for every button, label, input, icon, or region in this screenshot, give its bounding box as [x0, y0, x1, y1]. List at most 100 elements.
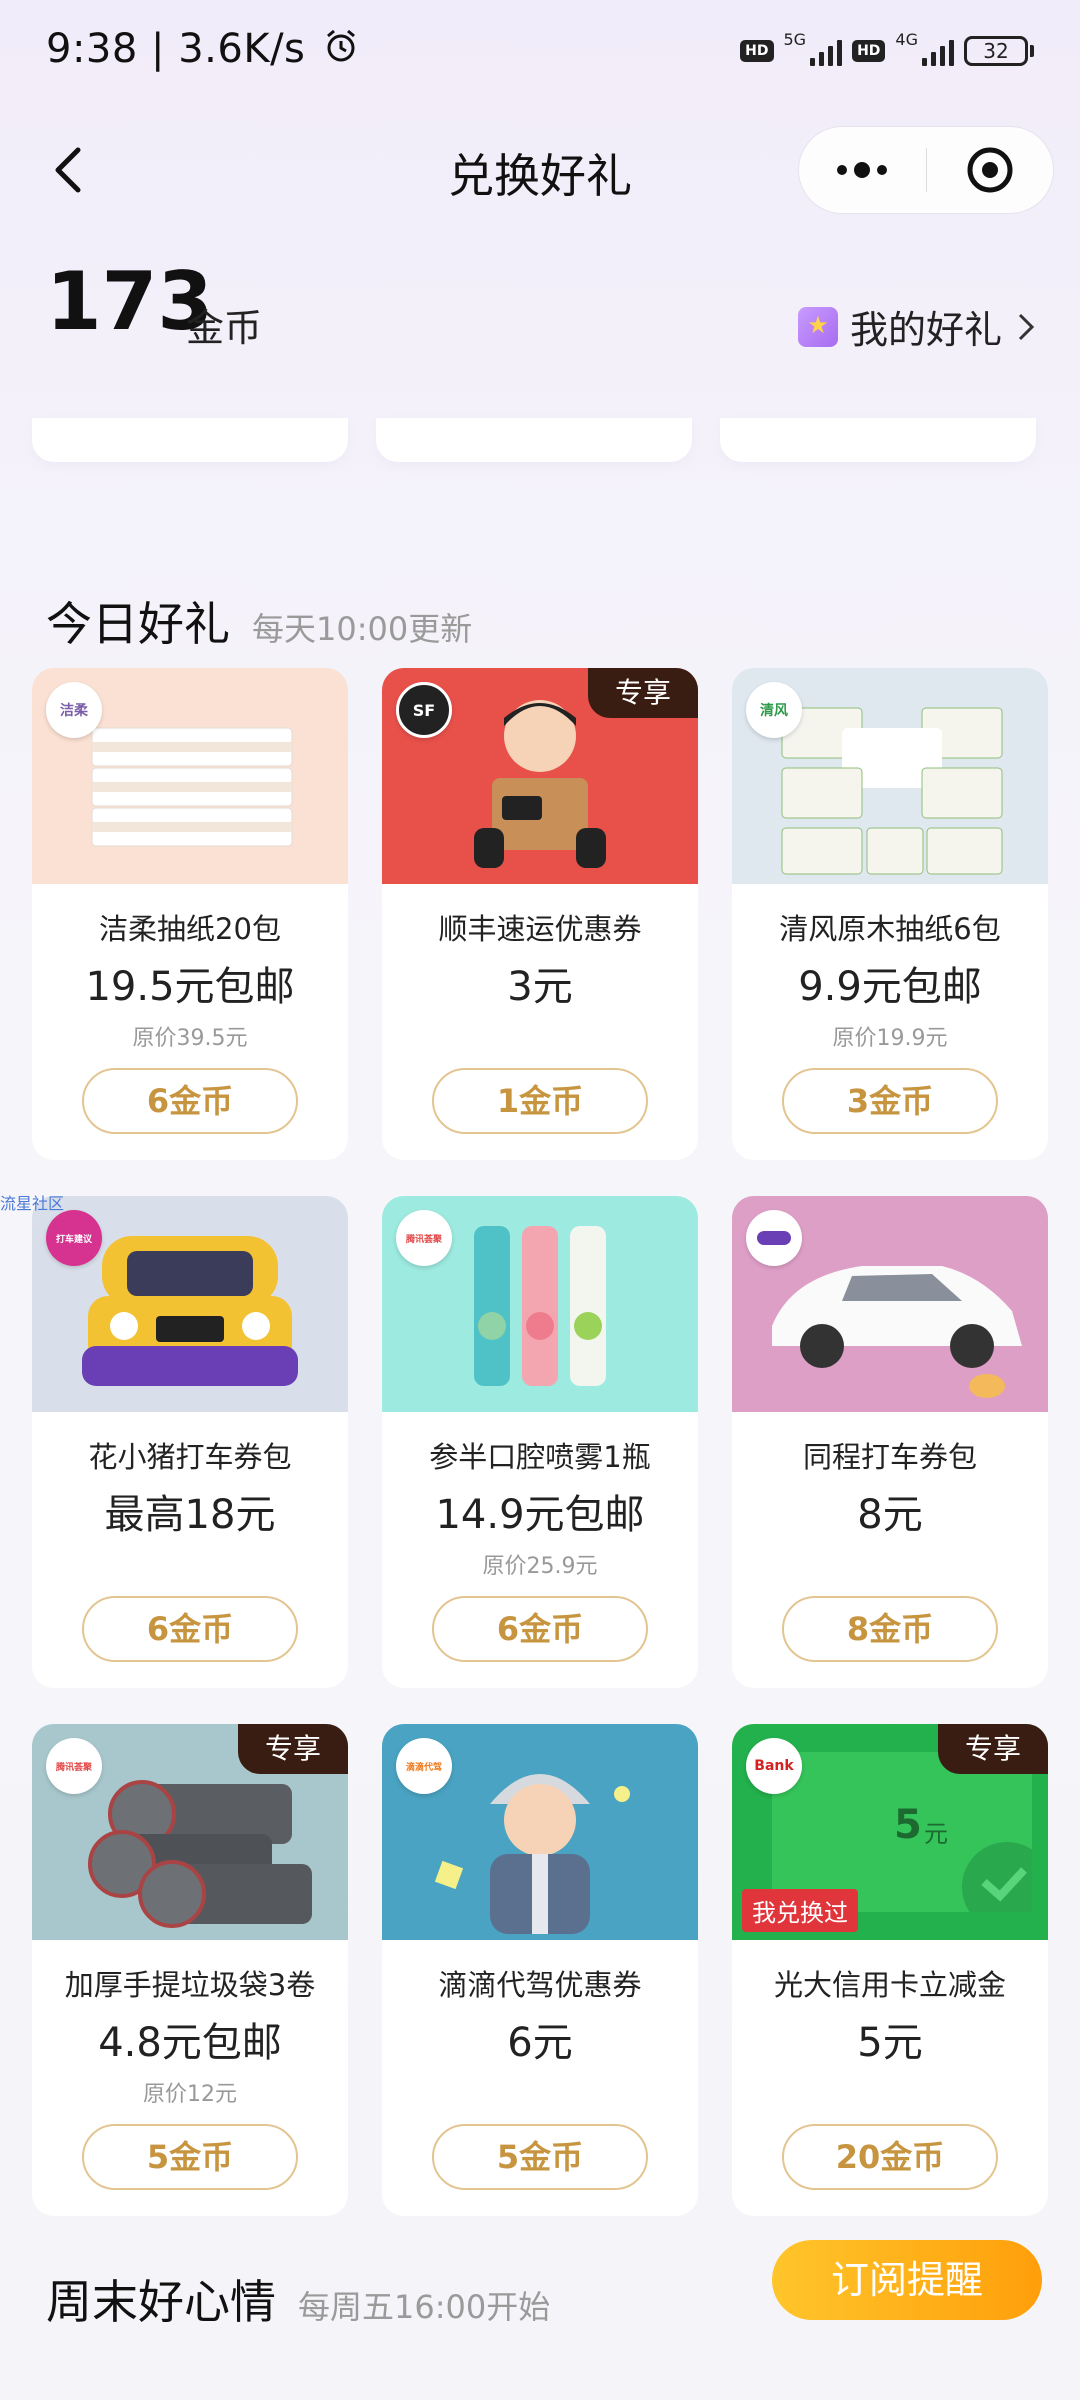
brand-logo: 滴滴代驾 — [396, 1738, 452, 1794]
weekend-section-subtitle: 每周五16:00开始 — [298, 2288, 551, 2326]
weekend-section-title: 周末好心情 — [46, 2275, 276, 2329]
target-circle-icon — [967, 147, 1013, 193]
clock-text: 9:38 — [46, 26, 138, 72]
redeem-button[interactable]: 5金币 — [82, 2124, 298, 2190]
weekend-section-title-group: 周末好心情 每周五16:00开始 — [46, 2266, 550, 2332]
product-original-price: 原价25.9元 — [482, 1554, 598, 1579]
product-image: 专享 SF — [382, 668, 698, 884]
product-name: 同程打车券包 — [802, 1440, 977, 1474]
battery-icon: 32 — [964, 35, 1034, 66]
product-image: 洁柔 — [32, 668, 348, 884]
product-price: 9.9元包邮 — [798, 964, 982, 1010]
check-icon — [962, 1842, 1032, 1912]
more-button[interactable] — [799, 127, 926, 213]
brand-logo: Bank — [746, 1738, 802, 1794]
exclusive-tag: 专享 — [588, 668, 698, 718]
product-name: 顺丰速运优惠券 — [438, 912, 642, 946]
network-5g-label: 5G — [783, 30, 807, 49]
signal-icon — [810, 36, 843, 66]
product-price: 4.8元包邮 — [98, 2020, 282, 2066]
redeem-button[interactable]: 20金币 — [782, 2124, 998, 2190]
gift-icon — [797, 306, 838, 347]
product-name: 参半口腔喷雾1瓶 — [429, 1440, 651, 1474]
voucher-card: 5 元 — [772, 1752, 1032, 1912]
alarm-icon — [323, 28, 359, 74]
chevron-right-icon — [1018, 313, 1035, 340]
voucher-unit: 元 — [924, 1820, 948, 1848]
redeem-button[interactable]: 5金币 — [432, 2124, 648, 2190]
coin-balance-row: 173 金币 我的好礼 — [0, 255, 1080, 365]
status-bar: 9:38 | 3.6K/s HD 5G HD 4G 32 — [0, 0, 1080, 100]
redeem-button[interactable]: 6金币 — [82, 1596, 298, 1662]
product-name: 花小猪打车券包 — [88, 1440, 292, 1474]
network-speed: 3.6K/s — [178, 26, 306, 72]
product-price: 6元 — [507, 2020, 573, 2066]
product-card[interactable]: 滴滴代驾 滴滴代驾优惠券 6元 5金币 — [382, 1724, 698, 2216]
product-image: 滴滴代驾 — [382, 1724, 698, 1940]
product-name: 加厚手提垃圾袋3卷 — [64, 1968, 316, 2002]
redeem-button[interactable]: 1金币 — [432, 1068, 648, 1134]
product-card[interactable]: 打车建议 花小猪打车券包 最高18元 6金币 — [32, 1196, 348, 1688]
brand-logo: 洁柔 — [46, 682, 102, 738]
product-name: 洁柔抽纸20包 — [99, 912, 281, 946]
product-card[interactable]: 清风 清风原木抽纸6包 9.9元包邮 原价19.9元 3金币 — [732, 668, 1048, 1160]
brand-logo: 清风 — [746, 682, 802, 738]
product-card[interactable]: 专享 SF 顺丰速运优惠券 3元 1金币 — [382, 668, 698, 1160]
product-price: 3元 — [507, 964, 573, 1010]
product-name: 滴滴代驾优惠券 — [438, 1968, 642, 2002]
previous-section-cards — [32, 418, 1048, 462]
today-section-title: 今日好礼 — [46, 597, 230, 651]
product-image: 打车建议 — [32, 1196, 348, 1412]
redeem-button[interactable]: 6金币 — [82, 1068, 298, 1134]
product-image: 腾讯荟聚 — [382, 1196, 698, 1412]
product-original-price: 原价12元 — [143, 2082, 237, 2107]
product-price: 8元 — [857, 1492, 923, 1538]
product-price: 5元 — [857, 2020, 923, 2066]
product-price: 19.5元包邮 — [85, 964, 295, 1010]
partial-card — [720, 418, 1036, 462]
product-card[interactable]: 腾讯荟聚 参半口腔喷雾1瓶 14.9元包邮 原价25.9元 6金币 — [382, 1196, 698, 1688]
hd-badge-2: HD — [852, 39, 886, 62]
product-image: 清风 — [732, 668, 1048, 884]
today-section-header: 今日好礼 每天10:00更新 — [46, 588, 472, 654]
redeemed-tag: 我兑换过 — [742, 1889, 858, 1932]
status-indicators: HD 5G HD 4G 32 — [740, 30, 1034, 71]
product-image: 专享 腾讯荟聚 — [32, 1724, 348, 1940]
product-original-price: 原价19.9元 — [832, 1026, 948, 1051]
battery-level: 32 — [964, 35, 1028, 66]
weekend-section-header: 周末好心情 每周五16:00开始 订阅提醒 — [0, 2240, 1080, 2360]
close-mini-program-button[interactable] — [927, 127, 1054, 213]
product-card[interactable]: 专享 腾讯荟聚 加厚手提垃圾袋3卷 4.8元包邮 原价12元 5金币 — [32, 1724, 348, 2216]
product-original-price: 原价39.5元 — [132, 1026, 248, 1051]
brand-logo: SF — [396, 682, 452, 738]
product-name: 清风原木抽纸6包 — [779, 912, 1001, 946]
product-card[interactable]: 洁柔 洁柔抽纸20包 19.5元包邮 原价39.5元 6金币 — [32, 668, 348, 1160]
product-card[interactable]: 专享 Bank 5 元 我兑换过 光大信用卡立减金 5元 20金币 — [732, 1724, 1048, 2216]
partial-card — [32, 418, 348, 462]
brand-logo: 腾讯荟聚 — [396, 1210, 452, 1266]
product-image: 专享 Bank 5 元 我兑换过 — [732, 1724, 1048, 1940]
signal-icon-2 — [922, 36, 954, 66]
my-gifts-link[interactable]: 我的好礼 — [797, 299, 1038, 354]
subscribe-reminder-button[interactable]: 订阅提醒 — [772, 2240, 1042, 2320]
voucher-amount: 5 — [894, 1802, 922, 1848]
redeem-button[interactable]: 8金币 — [782, 1596, 998, 1662]
product-card[interactable]: 同程打车券包 8元 8金币 — [732, 1196, 1048, 1688]
brand-logo: 腾讯荟聚 — [46, 1738, 102, 1794]
network-4g-label: 4G — [895, 30, 918, 49]
product-price: 最高18元 — [104, 1492, 276, 1538]
today-section-subtitle: 每天10:00更新 — [252, 610, 473, 648]
product-image — [732, 1196, 1048, 1412]
brand-logo — [746, 1210, 802, 1266]
redeem-button[interactable]: 6金币 — [432, 1596, 648, 1662]
product-price: 14.9元包邮 — [435, 1492, 645, 1538]
redeem-button[interactable]: 3金币 — [782, 1068, 998, 1134]
exclusive-tag: 专享 — [938, 1724, 1048, 1774]
my-gifts-label: 我的好礼 — [849, 308, 1002, 352]
hd-badge: HD — [740, 39, 774, 62]
product-name: 光大信用卡立减金 — [773, 1968, 1006, 2002]
mini-program-capsule — [798, 126, 1054, 214]
brand-logo: 打车建议 — [46, 1210, 102, 1266]
status-time: 9:38 | 3.6K/s — [46, 26, 359, 74]
side-floating-label: 流星社区 — [0, 1194, 65, 1213]
